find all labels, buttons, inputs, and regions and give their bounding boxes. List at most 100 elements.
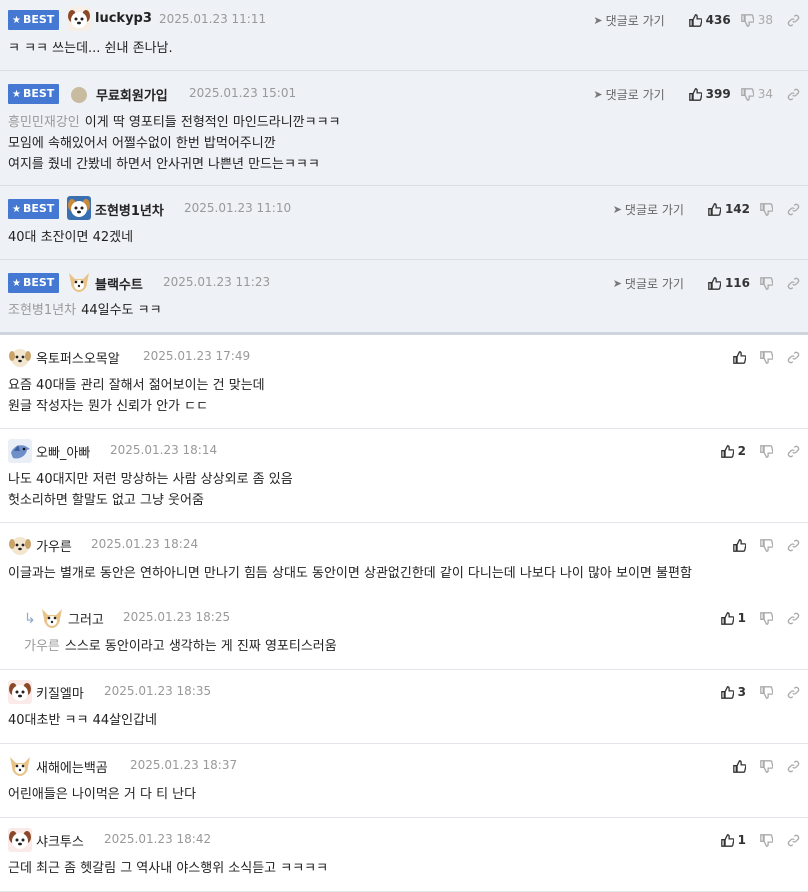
comment-time: 2025.01.23 15:01 [189, 86, 297, 100]
dislike-button[interactable] [760, 202, 773, 216]
dislike-button[interactable] [760, 611, 773, 625]
comment-line: 44일수도 ㅋㅋ [81, 303, 162, 318]
like-button[interactable]: 399 [688, 87, 731, 101]
comment-author[interactable]: 옥토퍼스오목알 [36, 348, 120, 367]
thumb-up-icon [708, 276, 721, 290]
comment-body: 40대초반 ㅋㅋ 44살인갑네 [8, 710, 157, 731]
dislike-button[interactable] [760, 538, 773, 552]
comment-item: 새해에는백곰 2025.01.23 18:37 어린애들은 나이먹은 거 다 티… [0, 744, 808, 818]
like-button[interactable]: 2 [720, 444, 746, 458]
thumb-up-icon [720, 444, 734, 458]
dislike-count: 38 [757, 13, 773, 27]
comment-item: 가우른 2025.01.23 18:24 이글과는 별개로 동안은 연하아니면 … [0, 523, 808, 596]
comment-body: 근데 최근 좀 헷갈림 그 역사내 야스행위 소식듣고 ㅋㅋㅋㅋ [8, 858, 328, 879]
dislike-button[interactable] [760, 276, 773, 290]
like-button[interactable] [733, 350, 746, 364]
reply-link[interactable]: ➤ 댓글로 가기 [613, 201, 684, 218]
link-icon[interactable] [787, 203, 800, 216]
comment-body: 요즘 40대들 관리 잘해서 젊어보이는 건 맞는데 원글 작성자는 뭔가 신뢰… [8, 375, 265, 417]
dislike-button[interactable] [760, 444, 773, 458]
link-icon[interactable] [787, 277, 800, 290]
dislike-button[interactable] [760, 685, 773, 699]
dislike-button[interactable] [760, 350, 773, 364]
comment-body: ㅋ ㅋㅋ 쓰는데... 쉰내 존나남. [8, 38, 173, 59]
dislike-button[interactable]: 34 [740, 87, 773, 101]
comment-author[interactable]: 조현병1년차 [95, 200, 164, 219]
thumb-up-icon [688, 13, 702, 27]
link-icon[interactable] [787, 612, 800, 625]
mention-name[interactable]: 가우른 [24, 639, 60, 654]
thumb-up-icon [733, 350, 746, 364]
comment-author[interactable]: 키질엘마 [36, 683, 84, 702]
comment-list: ★ BEST luckyp3 2025.01.23 11:11 ➤ 댓글로 가기 4… [0, 0, 808, 892]
puppy-icon [8, 345, 32, 369]
like-count: 142 [724, 202, 750, 216]
comment-author[interactable]: 오빠_아빠 [36, 442, 90, 461]
reply-link[interactable]: ➤ 댓글로 가기 [613, 275, 684, 292]
comment-author[interactable]: 그러고 [68, 609, 104, 628]
like-button[interactable] [733, 759, 746, 773]
like-button[interactable]: 1 [720, 611, 746, 625]
like-count: 1 [737, 833, 746, 847]
dislike-button[interactable]: 38 [740, 13, 773, 27]
star-icon: ★ [12, 89, 21, 100]
thumb-up-icon [720, 685, 734, 699]
link-icon[interactable] [787, 351, 800, 364]
comment-body: 조현병1년차 44일수도 ㅋㅋ [8, 300, 162, 321]
comment-line: 근데 최근 좀 헷갈림 그 역사내 야스행위 소식듣고 ㅋㅋㅋㅋ [8, 861, 329, 876]
thumb-down-icon [760, 350, 773, 364]
thumb-down-icon [740, 13, 754, 27]
reply-arrow-icon: ↳ [24, 611, 36, 627]
thumb-up-icon [733, 538, 746, 552]
reply-link[interactable]: ➤ 댓글로 가기 [593, 86, 664, 103]
comment-author[interactable]: luckyp3 [95, 11, 152, 26]
comment-time: 2025.01.23 18:37 [130, 758, 238, 772]
dislike-button[interactable] [760, 759, 773, 773]
comment-actions [723, 347, 800, 367]
comment-actions: ➤ 댓글로 가기 142 [613, 199, 800, 219]
like-button[interactable] [733, 538, 746, 552]
comment-item: 샤크투스 2025.01.23 18:42 1 근데 최근 좀 헷갈림 그 역사… [0, 818, 808, 892]
comment-author[interactable]: 샤크투스 [36, 831, 84, 850]
like-button[interactable]: 436 [688, 13, 731, 27]
reply-link-label: 댓글로 가기 [624, 276, 684, 291]
dislike-count: 34 [757, 87, 773, 101]
link-icon[interactable] [787, 686, 800, 699]
reply-link[interactable]: ➤ 댓글로 가기 [593, 12, 664, 29]
like-count: 399 [705, 87, 731, 101]
fox-icon [8, 754, 32, 778]
comment-body: 40대 초잔이면 42겠네 [8, 227, 133, 248]
comment-line: 원글 작성자는 뭔가 신뢰가 안가 ㄷㄷ [8, 399, 209, 414]
comment-item: ★ BEST luckyp3 2025.01.23 11:11 ➤ 댓글로 가기 4… [0, 0, 808, 71]
mention-name[interactable]: 조현병1년차 [8, 303, 76, 318]
comment-time: 2025.01.23 18:42 [104, 832, 212, 846]
best-badge: ★ BEST [8, 84, 60, 104]
comment-line: 이게 딱 영포티들 전형적인 마인드라니깐ㅋㅋㅋ [84, 115, 341, 130]
comment-time: 2025.01.23 18:35 [104, 684, 212, 698]
comment-time: 2025.01.23 18:24 [91, 537, 199, 551]
comment-author[interactable]: 가우른 [36, 536, 72, 555]
link-icon[interactable] [787, 760, 800, 773]
comment-author[interactable]: 새해에는백곰 [36, 757, 108, 776]
dislike-button[interactable] [760, 833, 773, 847]
reply-link-label: 댓글로 가기 [605, 87, 665, 102]
like-button[interactable]: 3 [720, 685, 746, 699]
comment-item: ★ BEST 블랙수트 2025.01.23 11:23 ➤ 댓글로 가기 116 [0, 260, 808, 335]
thumb-down-icon [760, 611, 773, 625]
link-icon[interactable] [787, 88, 800, 101]
link-icon[interactable] [787, 834, 800, 847]
mention-name[interactable]: 흥민민재강인 [8, 115, 80, 130]
thumb-up-icon [720, 833, 734, 847]
comment-line: 이글과는 별개로 동안은 연하아니면 만나기 힘듬 상대도 동안이면 상관없긴한… [8, 566, 692, 581]
like-button[interactable]: 116 [708, 276, 750, 290]
comment-line: 헛소리하면 할말도 없고 그냥 웃어줌 [8, 493, 204, 508]
comment-actions: 2 [711, 441, 800, 461]
like-button[interactable]: 1 [720, 833, 746, 847]
link-icon[interactable] [787, 445, 800, 458]
star-icon: ★ [12, 15, 21, 26]
link-icon[interactable] [787, 539, 800, 552]
like-button[interactable]: 142 [708, 202, 750, 216]
link-icon[interactable] [787, 14, 800, 27]
comment-author[interactable]: 무료회원가입 [96, 85, 168, 104]
comment-author[interactable]: 블랙수트 [95, 274, 143, 293]
